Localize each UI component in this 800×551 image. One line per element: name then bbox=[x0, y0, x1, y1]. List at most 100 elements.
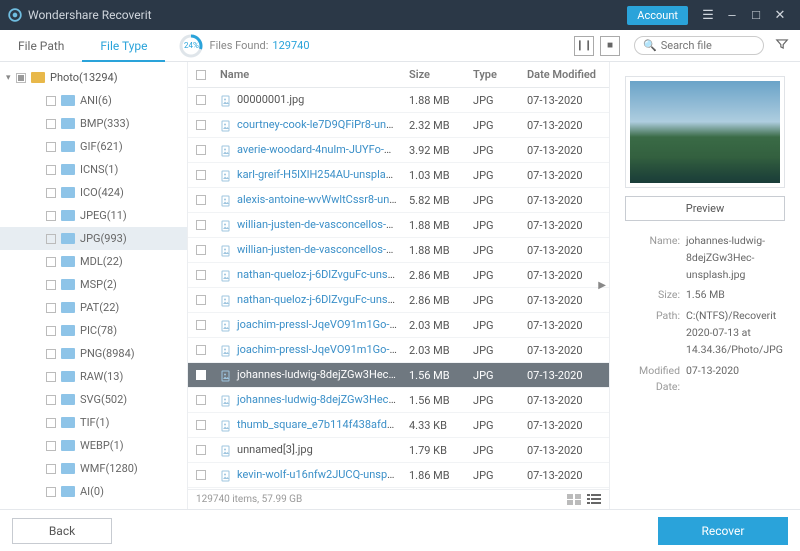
table-row[interactable]: alexis-antoine-wvWwltCssr8-unsplas...5.8… bbox=[188, 188, 609, 213]
tree-sub-item[interactable]: RAW(13) bbox=[0, 365, 187, 388]
row-checkbox[interactable] bbox=[196, 95, 206, 105]
search-box[interactable]: 🔍 bbox=[634, 36, 764, 55]
tree-sub-item[interactable]: ICO(424) bbox=[0, 181, 187, 204]
tree-checkbox[interactable] bbox=[46, 188, 56, 198]
tree-checkbox[interactable] bbox=[46, 418, 56, 428]
tree-sub-item[interactable]: PNG(8984) bbox=[0, 342, 187, 365]
table-body[interactable]: 00000001.jpg1.88 MBJPG07-13-2020courtney… bbox=[188, 88, 609, 489]
col-header-size[interactable]: Size bbox=[403, 68, 467, 81]
tree-checkbox[interactable] bbox=[46, 257, 56, 267]
file-date: 07-13-2020 bbox=[521, 294, 609, 307]
stop-button[interactable]: ■ bbox=[600, 36, 620, 56]
tree-checkbox[interactable] bbox=[46, 441, 56, 451]
table-row[interactable]: johannes-ludwig-8dejZGw3Hec-unsp...1.56 … bbox=[188, 363, 609, 388]
tree-checkbox[interactable] bbox=[46, 349, 56, 359]
row-checkbox[interactable] bbox=[196, 295, 206, 305]
tree-checkbox[interactable] bbox=[46, 142, 56, 152]
table-row[interactable]: nathan-queloz-j-6DlZvguFc-unsplash...2.8… bbox=[188, 288, 609, 313]
table-row[interactable]: kevin-wolf-u16nfw2JUCQ-unsplash.jpg1.86 … bbox=[188, 463, 609, 488]
tab-file-type[interactable]: File Type bbox=[82, 30, 165, 62]
row-checkbox[interactable] bbox=[196, 345, 206, 355]
tree-sub-item[interactable]: PAT(22) bbox=[0, 296, 187, 319]
tree-label: ICNS(1) bbox=[80, 163, 118, 176]
row-checkbox[interactable] bbox=[196, 145, 206, 155]
table-row[interactable]: willian-justen-de-vasconcellos-65Ga...1.… bbox=[188, 238, 609, 263]
tree-sub-item[interactable]: AI(0) bbox=[0, 480, 187, 503]
row-checkbox[interactable] bbox=[196, 420, 206, 430]
tree-sub-item[interactable]: MSP(2) bbox=[0, 273, 187, 296]
table-row[interactable]: 00000001.jpg1.88 MBJPG07-13-2020 bbox=[188, 88, 609, 113]
tree-checkbox[interactable] bbox=[46, 234, 56, 244]
tree-sub-item[interactable]: JPG(993) bbox=[0, 227, 187, 250]
table-row[interactable]: courtney-cook-le7D9QFiPr8-unsplash...2.3… bbox=[188, 113, 609, 138]
tree-checkbox[interactable] bbox=[46, 395, 56, 405]
tree-checkbox[interactable] bbox=[46, 326, 56, 336]
tree-checkbox[interactable] bbox=[46, 303, 56, 313]
row-checkbox[interactable] bbox=[196, 270, 206, 280]
table-row[interactable]: nathan-queloz-j-6DlZvguFc-unsplash...2.8… bbox=[188, 263, 609, 288]
table-row[interactable]: joachim-pressl-JqeVO91m1Go-unspl...2.03 … bbox=[188, 313, 609, 338]
row-checkbox[interactable] bbox=[196, 445, 206, 455]
table-row[interactable]: karl-greif-H5lXlH254AU-unsplash.jpg1.03 … bbox=[188, 163, 609, 188]
maximize-icon[interactable]: □ bbox=[744, 7, 768, 23]
tree-sub-item[interactable]: JPEG(11) bbox=[0, 204, 187, 227]
table-row[interactable]: thumb_square_e7b114f438afdd40e0...4.33 K… bbox=[188, 413, 609, 438]
tree-sub-item[interactable]: WMF(1280) bbox=[0, 457, 187, 480]
table-row[interactable]: willian-justen-de-vasconcellos-65Ga...1.… bbox=[188, 213, 609, 238]
tree-checkbox[interactable] bbox=[46, 280, 56, 290]
tree-sub-item[interactable]: PIC(78) bbox=[0, 319, 187, 342]
tree-checkbox[interactable] bbox=[46, 96, 56, 106]
row-checkbox[interactable] bbox=[196, 370, 206, 380]
tree-checkbox[interactable] bbox=[46, 165, 56, 175]
tree-checkbox[interactable] bbox=[46, 487, 56, 497]
row-checkbox[interactable] bbox=[196, 195, 206, 205]
tree-sub-item[interactable]: TIF(1) bbox=[0, 411, 187, 434]
select-all-checkbox[interactable] bbox=[196, 70, 206, 80]
row-checkbox[interactable] bbox=[196, 220, 206, 230]
back-button[interactable]: Back bbox=[12, 518, 112, 544]
tree-checkbox[interactable] bbox=[16, 73, 26, 83]
thumbnail-view-icon[interactable] bbox=[567, 494, 581, 505]
table-row[interactable]: averie-woodard-4nulm-JUYFo-unspla...3.92… bbox=[188, 138, 609, 163]
list-view-icon[interactable] bbox=[587, 494, 601, 505]
recover-button[interactable]: Recover bbox=[658, 517, 788, 545]
close-icon[interactable]: ✕ bbox=[768, 8, 792, 23]
table-row[interactable]: unnamed[3].jpg1.79 KBJPG07-13-2020 bbox=[188, 438, 609, 463]
menu-icon[interactable]: ☰ bbox=[696, 8, 720, 23]
collapse-preview-icon[interactable]: ▶ bbox=[598, 280, 606, 291]
tree-sub-item[interactable]: WEBP(1) bbox=[0, 434, 187, 457]
tree-sub-item[interactable]: SVG(502) bbox=[0, 388, 187, 411]
tree-sub-item[interactable]: MDL(22) bbox=[0, 250, 187, 273]
row-checkbox[interactable] bbox=[196, 395, 206, 405]
pause-button[interactable]: ❙❙ bbox=[574, 36, 594, 56]
col-header-date[interactable]: Date Modified bbox=[521, 68, 609, 81]
tree-category-photo[interactable]: ▾Photo(13294) bbox=[0, 66, 187, 89]
table-row[interactable]: joachim-pressl-JqeVO91m1Go-unspl...2.03 … bbox=[188, 338, 609, 363]
search-input[interactable] bbox=[661, 39, 755, 52]
minimize-icon[interactable]: ‒ bbox=[720, 7, 744, 23]
tree-checkbox[interactable] bbox=[46, 119, 56, 129]
file-icon bbox=[220, 420, 232, 432]
tree-sub-item[interactable]: ANI(6) bbox=[0, 89, 187, 112]
tree-checkbox[interactable] bbox=[46, 464, 56, 474]
row-checkbox[interactable] bbox=[196, 170, 206, 180]
filetype-icon bbox=[61, 463, 75, 474]
file-date: 07-13-2020 bbox=[521, 344, 609, 357]
filter-icon[interactable] bbox=[772, 37, 792, 55]
col-header-type[interactable]: Type bbox=[467, 68, 521, 81]
row-checkbox[interactable] bbox=[196, 245, 206, 255]
row-checkbox[interactable] bbox=[196, 470, 206, 480]
preview-button[interactable]: Preview bbox=[625, 196, 785, 221]
account-button[interactable]: Account bbox=[627, 6, 688, 25]
tree-sub-item[interactable]: BMP(333) bbox=[0, 112, 187, 135]
row-checkbox[interactable] bbox=[196, 120, 206, 130]
sidebar-tree[interactable]: ▾Photo(13294)ANI(6)BMP(333)GIF(621) ICNS(… bbox=[0, 62, 188, 509]
row-checkbox[interactable] bbox=[196, 320, 206, 330]
tree-sub-item[interactable]: GIF(621) bbox=[0, 135, 187, 158]
table-row[interactable]: johannes-ludwig-8dejZGw3Hec-unsp...1.56 … bbox=[188, 388, 609, 413]
tree-checkbox[interactable] bbox=[46, 211, 56, 221]
tree-checkbox[interactable] bbox=[46, 372, 56, 382]
col-header-name[interactable]: Name bbox=[214, 68, 403, 81]
tree-sub-item[interactable]: ICNS(1) bbox=[0, 158, 187, 181]
tab-file-path[interactable]: File Path bbox=[0, 30, 82, 62]
